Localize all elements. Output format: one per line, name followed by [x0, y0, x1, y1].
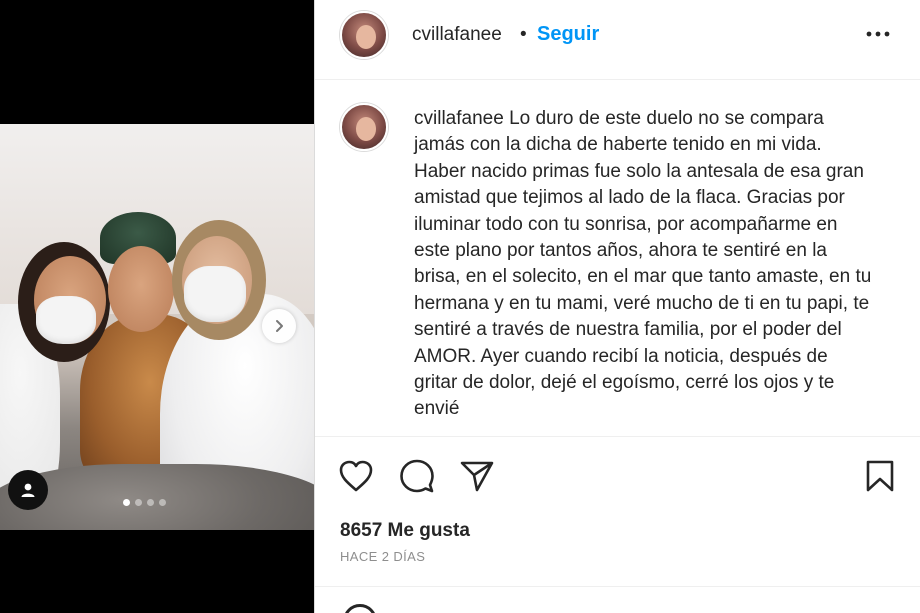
caption-text: Lo duro de este duelo no se compara jamá… — [414, 108, 872, 420]
header-username[interactable]: cvillafanee — [412, 24, 502, 46]
comment-icon — [400, 459, 434, 493]
photo-mask-left — [36, 296, 96, 344]
photo-mask-right — [184, 266, 246, 322]
send-icon — [460, 461, 494, 492]
post-sidebar: cvillafanee • Seguir cvillafanee Lo duro… — [314, 0, 920, 613]
carousel-indicator — [123, 499, 166, 506]
save-button[interactable] — [861, 457, 899, 495]
follow-button[interactable]: Seguir — [537, 23, 599, 46]
action-bar — [315, 436, 920, 512]
carousel-dot — [147, 499, 154, 506]
heart-icon — [339, 460, 373, 492]
caption-area: cvillafanee Lo duro de este duelo no se … — [315, 80, 920, 436]
caption-avatar[interactable] — [340, 103, 388, 151]
bookmark-icon — [866, 460, 894, 492]
like-count[interactable]: 8657 Me gusta — [340, 520, 470, 542]
user-tag-icon — [21, 483, 35, 497]
post-media — [0, 0, 314, 613]
post-timestamp[interactable]: HACE 2 DÍAS — [340, 549, 425, 564]
carousel-dot — [159, 499, 166, 506]
photo-blanket — [0, 464, 314, 530]
chevron-right-icon — [276, 320, 283, 332]
caption-username[interactable]: cvillafanee — [414, 108, 504, 129]
divider — [315, 586, 920, 587]
more-options-icon — [866, 31, 890, 37]
photo-face-center — [108, 246, 174, 332]
user-tags-button[interactable] — [8, 470, 48, 510]
carousel-next-button[interactable] — [262, 309, 296, 343]
like-button[interactable] — [337, 457, 375, 495]
carousel-dot — [135, 499, 142, 506]
carousel-dot — [123, 499, 130, 506]
add-comment-icon[interactable] — [343, 604, 377, 613]
comment-button[interactable] — [398, 457, 436, 495]
header-separator: • — [520, 24, 527, 45]
avatar[interactable] — [340, 11, 388, 59]
more-options-button[interactable] — [863, 22, 893, 46]
share-button[interactable] — [458, 457, 496, 495]
post-header: cvillafanee • Seguir — [315, 0, 920, 80]
post-caption: cvillafanee Lo duro de este duelo no se … — [414, 106, 874, 423]
